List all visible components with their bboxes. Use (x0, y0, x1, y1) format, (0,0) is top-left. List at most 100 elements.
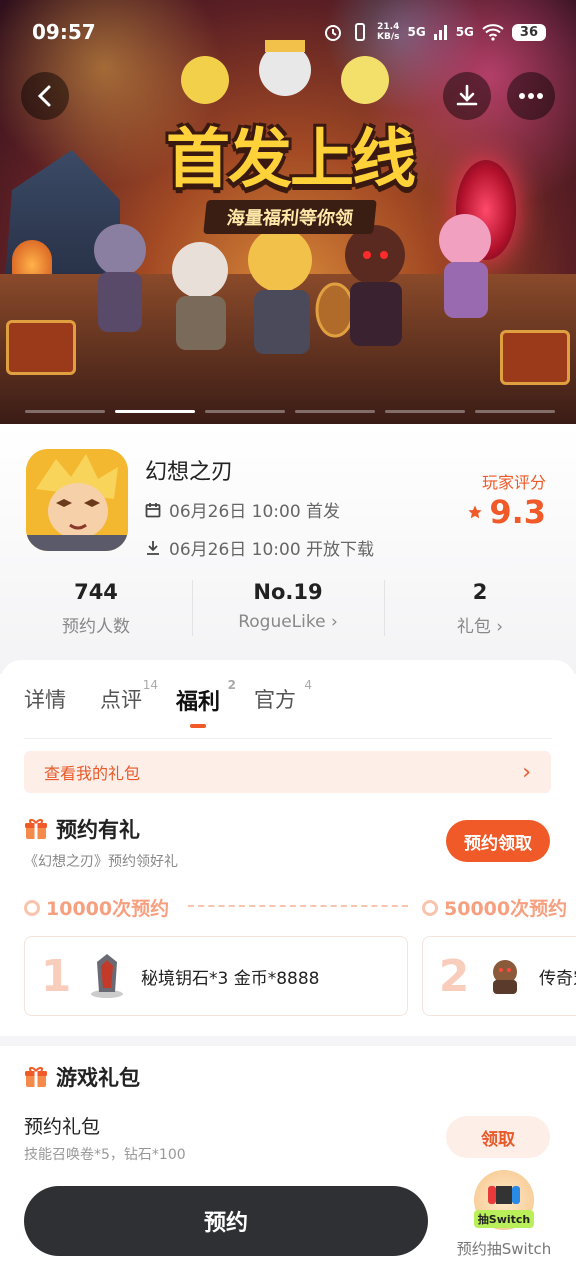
milestone-track: 10000次预约 50000次预约 (24, 894, 576, 918)
vibrate-icon (355, 23, 366, 41)
tab-welfare[interactable]: 福利 2 (176, 678, 236, 728)
switch-lottery-tag: 抽Switch (474, 1210, 534, 1228)
reward-card[interactable]: 2 传奇宠 (422, 936, 576, 1016)
pet-icon (493, 960, 517, 994)
gift-icon (25, 1067, 47, 1087)
milestone-ring-icon (422, 899, 438, 916)
network-speed-unit: KB/s (377, 32, 400, 42)
switch-lottery-badge: 抽Switch (474, 1170, 534, 1230)
banner[interactable]: 首发上线 海量福利等你领 (0, 0, 576, 424)
back-button[interactable] (21, 72, 69, 120)
banner-subtitle: 海量福利等你领 (203, 200, 377, 234)
stat-label: 预约人数 (62, 617, 130, 637)
tab-official[interactable]: 官方 4 (254, 678, 312, 724)
reward-text: 传奇宠 (539, 968, 576, 989)
stats-row: 744 预约人数 No.19 RogueLike › 2 礼包 › (0, 574, 576, 644)
section-divider (0, 1036, 576, 1046)
reward-index: 1 (40, 950, 72, 1002)
download-button[interactable] (443, 72, 491, 120)
alarm-icon (325, 25, 342, 41)
tab-count: 2 (227, 678, 237, 692)
key-stone-icon (91, 954, 123, 998)
player-rating: 玩家评分 9.3 (467, 469, 546, 531)
game-gift-title-row: 游戏礼包 (24, 1062, 140, 1092)
chevron-right-icon: › (330, 612, 338, 632)
switch-lottery[interactable]: 抽Switch 预约抽Switch (452, 1170, 556, 1259)
reward-card[interactable]: 1 秘境钥石*3 金币*8888 (24, 936, 408, 1016)
download-date-text: 06月26日 10:00 开放下载 (169, 540, 375, 560)
stat-gifts[interactable]: 2 礼包 › (384, 574, 576, 644)
content-sheet: 详情 点评 14 福利 2 官方 4 查看我的礼包 › 预约有礼 《幻想之刃》预约领好… (0, 660, 576, 1280)
rating-value: 9.3 (489, 493, 546, 531)
network-speed: 21.4 KB/s (377, 22, 399, 42)
game-info: 幻想之刃 06月26日 10:00 首发 06月26日 10:00 开放下载 玩… (0, 424, 576, 674)
game-name: 幻想之刃 (145, 460, 234, 485)
milestone-connector (188, 905, 408, 907)
game-icon-art (26, 449, 128, 551)
carousel-dot (25, 410, 105, 413)
star-icon (468, 505, 482, 519)
download-small-icon (147, 540, 159, 555)
tab-label: 详情 (24, 688, 66, 712)
battery-level: 36 (511, 23, 546, 41)
release-date: 06月26日 10:00 首发 (145, 497, 340, 522)
my-gift-label: 查看我的礼包 (44, 764, 141, 783)
milestone-label: 10000次预约 (46, 898, 170, 918)
status-icons: 21.4 KB/s 5G 5G 36 (323, 22, 546, 42)
game-gift-title: 游戏礼包 (56, 1066, 140, 1090)
stat-ranking[interactable]: No.19 RogueLike › (192, 574, 384, 644)
stat-value: 2 (472, 580, 488, 604)
carousel-dot-active (115, 410, 195, 413)
tab-label: 官方 (254, 688, 297, 712)
reserve-reward-subtitle: 《幻想之刃》预约领好礼 (24, 854, 178, 870)
tab-divider (24, 738, 552, 739)
carousel-dot (475, 410, 555, 413)
gift-pack-name: 预约礼包 (24, 1116, 101, 1138)
reserve-reward-title-row: 预约有礼 (24, 814, 140, 844)
reserve-button[interactable]: 预约 (24, 1186, 428, 1256)
status-bar: 09:57 21.4 KB/s 5G 5G 36 (0, 0, 576, 60)
stat-label-row: 礼包 › (384, 612, 576, 637)
tab-count: 4 (304, 678, 313, 692)
more-dots-icon (519, 93, 543, 99)
claim-reserve-reward-button[interactable]: 预约领取 (446, 820, 550, 862)
claim-gift-button[interactable]: 领取 (446, 1116, 550, 1158)
milestone-label: 50000次预约 (444, 898, 568, 918)
stat-value: No.19 (253, 580, 323, 604)
download-date: 06月26日 10:00 开放下载 (145, 535, 374, 560)
tab-label: 福利 (176, 690, 221, 715)
rating-label: 玩家评分 (481, 473, 546, 492)
carousel-indicator (25, 410, 555, 413)
chevron-right-icon: › (496, 617, 504, 637)
carousel-dot (295, 410, 375, 413)
stat-value: 744 (74, 580, 118, 604)
signal-5g-2: 5G (455, 25, 474, 39)
tab-bar: 详情 点评 14 福利 2 官方 4 (24, 678, 312, 728)
calendar-icon (145, 502, 161, 517)
reserve-reward-title: 预约有礼 (56, 818, 140, 842)
reward-text: 秘境钥石*3 金币*8888 (141, 968, 320, 989)
wifi-icon (482, 24, 504, 41)
tab-reviews[interactable]: 点评 14 (100, 678, 158, 724)
network-speed-value: 21.4 (377, 22, 400, 32)
stat-label-row: RogueLike › (192, 612, 384, 632)
milestone-2: 50000次预约 (422, 894, 567, 918)
chevron-left-icon (37, 85, 51, 107)
download-icon (456, 84, 478, 106)
gift-icon (25, 819, 47, 839)
tab-count: 14 (142, 678, 158, 692)
more-button[interactable] (507, 72, 555, 120)
game-icon[interactable] (26, 449, 128, 551)
banner-title: 首发上线 (166, 123, 416, 197)
carousel-dot (385, 410, 465, 413)
signal-bars-icon (433, 25, 447, 40)
tab-details[interactable]: 详情 (24, 684, 66, 724)
milestone-ring-icon (24, 899, 40, 916)
status-time: 09:57 (32, 20, 96, 44)
my-gift-link[interactable]: 查看我的礼包 › (24, 751, 551, 793)
stat-label: 礼包 (456, 617, 491, 637)
banner-title-art: 首发上线 海量福利等你领 (150, 108, 430, 234)
signal-5g-1: 5G (407, 25, 426, 39)
switch-lottery-label: 预约抽Switch (456, 1240, 552, 1258)
rating-value-row: 9.3 (467, 493, 546, 531)
